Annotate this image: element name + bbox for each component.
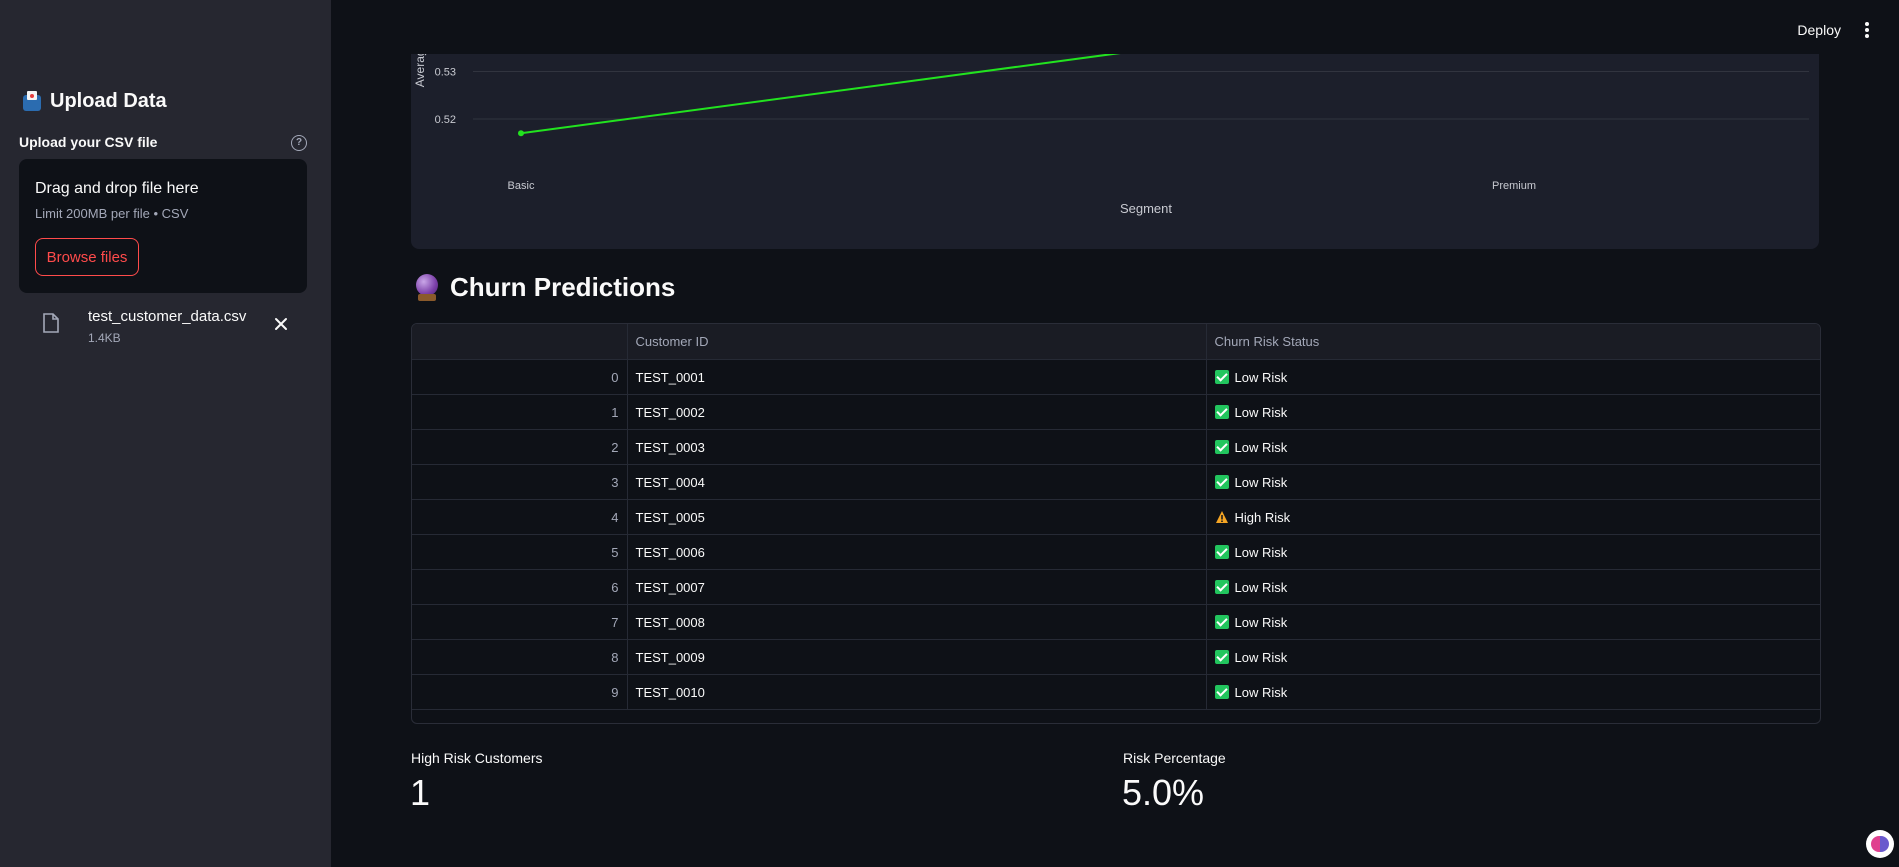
table-row[interactable]: 9 TEST_0010 Low Risk: [412, 674, 1820, 710]
row-index: 7: [412, 604, 628, 640]
check-icon: [1214, 544, 1229, 559]
file-name: test_customer_data.csv: [88, 308, 247, 325]
churn-status-cell: Low Risk: [1206, 674, 1820, 710]
check-icon: [1214, 579, 1229, 594]
table-row[interactable]: 5 TEST_0006 Low Risk: [412, 534, 1820, 570]
churn-status-text: Low Risk: [1234, 474, 1288, 490]
sidebar-title: Upload Data: [22, 90, 167, 113]
row-index: 4: [412, 499, 628, 535]
x-tick-label: Premium: [1492, 180, 1536, 192]
customer-id-cell: TEST_0007: [627, 569, 1207, 605]
row-index: 2: [412, 429, 628, 465]
churn-status-cell: Low Risk: [1206, 604, 1820, 640]
help-icon[interactable]: ?: [291, 135, 307, 151]
churn-status-text: Low Risk: [1234, 544, 1288, 560]
risk-percentage-value: 5.0%: [1122, 772, 1205, 813]
close-icon[interactable]: [273, 316, 289, 332]
check-icon: [1214, 649, 1229, 664]
app-header: Deploy: [331, 0, 1899, 54]
file-dropzone[interactable]: Drag and drop file here Limit 200MB per …: [19, 159, 307, 293]
churn-status-text: High Risk: [1234, 509, 1291, 525]
x-tick-label: Basic: [508, 180, 535, 192]
check-icon: [1214, 369, 1229, 384]
check-icon: [1214, 404, 1229, 419]
check-icon: [1214, 614, 1229, 629]
browse-files-button[interactable]: Browse files: [35, 238, 139, 276]
customer-id-cell: TEST_0004: [627, 464, 1207, 500]
table-row[interactable]: 2 TEST_0003 Low Risk: [412, 429, 1820, 465]
row-index: 3: [412, 464, 628, 500]
brain-icon[interactable]: [1866, 830, 1894, 858]
churn-status-text: Low Risk: [1234, 684, 1288, 700]
inbox-tray-icon: [22, 90, 42, 112]
customer-id-cell: TEST_0005: [627, 499, 1207, 535]
high-risk-label: High Risk Customers: [411, 750, 543, 766]
table-header-row: Customer ID Churn Risk Status: [412, 324, 1820, 360]
warning-icon: [1215, 510, 1228, 523]
high-risk-value: 1: [410, 772, 431, 813]
churn-status-cell: Low Risk: [1206, 569, 1820, 605]
row-index: 6: [412, 569, 628, 605]
table-row[interactable]: 7 TEST_0008 Low Risk: [412, 604, 1820, 640]
uploaded-file: test_customer_data.csv 1.4KB: [19, 300, 307, 350]
churn-status-cell: High Risk: [1206, 499, 1820, 535]
churn-status-cell: Low Risk: [1206, 464, 1820, 500]
row-index: 1: [412, 394, 628, 430]
table-row[interactable]: 1 TEST_0002 Low Risk: [412, 394, 1820, 430]
table-row[interactable]: 0 TEST_0001 Low Risk: [412, 359, 1820, 395]
predictions-title: Churn Predictions: [450, 272, 676, 302]
customer-id-cell: TEST_0002: [627, 394, 1207, 430]
x-axis-label: Segment: [1120, 201, 1172, 216]
index-column-header[interactable]: [412, 324, 628, 360]
table-row[interactable]: 8 TEST_0009 Low Risk: [412, 639, 1820, 675]
churn-status-cell: Low Risk: [1206, 394, 1820, 430]
uploader-label: Upload your CSV file: [19, 134, 158, 150]
customer-id-cell: TEST_0010: [627, 674, 1207, 710]
predictions-heading: Churn Predictions: [414, 272, 675, 303]
y-tick-label: 0.52: [435, 114, 456, 126]
segment-line-chart: 0.52 0.53 Average Basic Premium Segment: [411, 20, 1819, 249]
sidebar-title-text: Upload Data: [50, 90, 167, 112]
churn-status-text: Low Risk: [1234, 369, 1288, 385]
deploy-button[interactable]: Deploy: [1797, 22, 1841, 38]
customer-id-cell: TEST_0001: [627, 359, 1207, 395]
churn-status-cell: Low Risk: [1206, 639, 1820, 675]
dropzone-limit-text: Limit 200MB per file • CSV: [35, 206, 189, 221]
sidebar: Upload Data Upload your CSV file ? Drag …: [0, 0, 331, 867]
row-index: 8: [412, 639, 628, 675]
file-icon: [43, 313, 59, 333]
customer-id-cell: TEST_0008: [627, 604, 1207, 640]
churn-status-text: Low Risk: [1234, 404, 1288, 420]
main-menu-icon[interactable]: [1865, 22, 1869, 38]
row-index: 0: [412, 359, 628, 395]
customer-id-cell: TEST_0006: [627, 534, 1207, 570]
churn-status-cell: Low Risk: [1206, 429, 1820, 465]
check-icon: [1214, 439, 1229, 454]
churn-status-text: Low Risk: [1234, 579, 1288, 595]
predictions-table[interactable]: Customer ID Churn Risk Status 0 TEST_0001…: [411, 323, 1821, 724]
y-tick-label: 0.53: [435, 67, 456, 79]
row-index: 9: [412, 674, 628, 710]
check-icon: [1214, 684, 1229, 699]
churn-status-text: Low Risk: [1234, 649, 1288, 665]
churn-status-cell: Low Risk: [1206, 359, 1820, 395]
data-point: [518, 130, 524, 137]
churn-status-text: Low Risk: [1234, 439, 1288, 455]
row-index: 5: [412, 534, 628, 570]
customer-id-cell: TEST_0009: [627, 639, 1207, 675]
churn-status-cell: Low Risk: [1206, 534, 1820, 570]
crystal-ball-icon: [414, 273, 440, 302]
table-row[interactable]: 6 TEST_0007 Low Risk: [412, 569, 1820, 605]
churn-status-text: Low Risk: [1234, 614, 1288, 630]
table-row[interactable]: 4 TEST_0005 High Risk: [412, 499, 1820, 535]
chart-svg: 0.520.53AverageBasic PremiumSegment: [413, 20, 1809, 216]
customer-id-cell: TEST_0003: [627, 429, 1207, 465]
table-row[interactable]: 3 TEST_0004 Low Risk: [412, 464, 1820, 500]
file-size: 1.4KB: [88, 331, 121, 345]
churn-status-column-header[interactable]: Churn Risk Status: [1206, 324, 1820, 360]
check-icon: [1214, 474, 1229, 489]
risk-percentage-label: Risk Percentage: [1123, 750, 1226, 766]
customer-id-column-header[interactable]: Customer ID: [627, 324, 1207, 360]
dropzone-title: Drag and drop file here: [35, 180, 199, 197]
